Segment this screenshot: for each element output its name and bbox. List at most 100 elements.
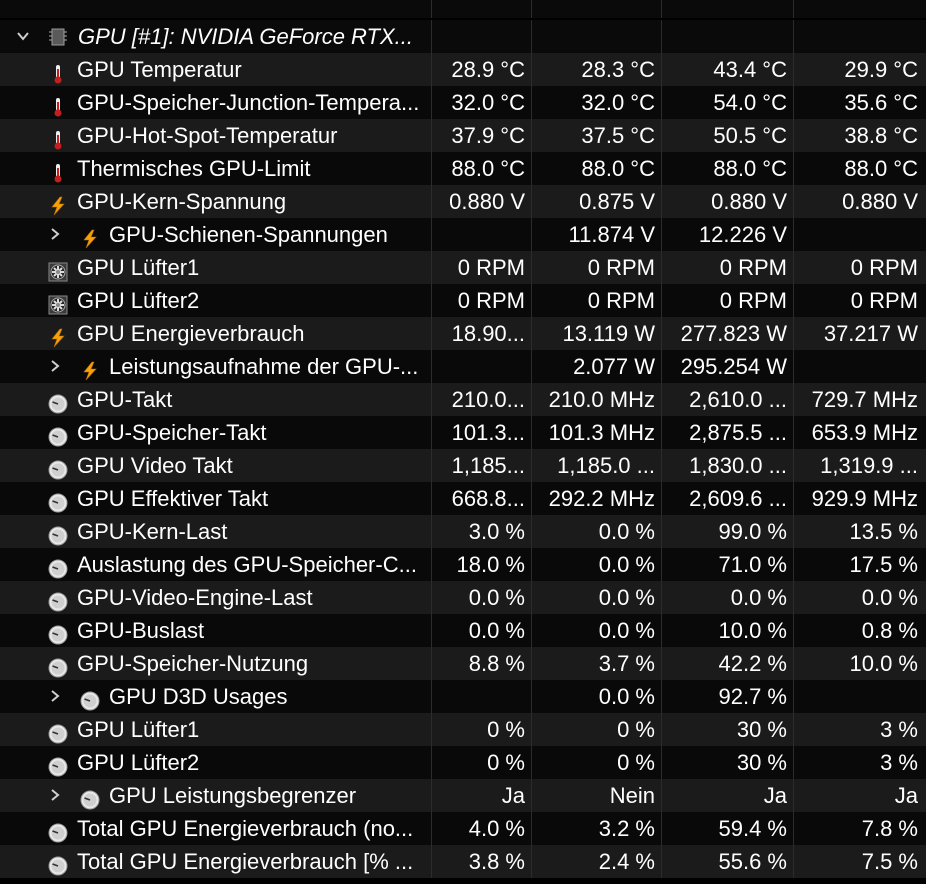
average-value: 1,319.9 ... xyxy=(794,449,926,482)
current-value: 0.0 % xyxy=(432,614,532,647)
min-value: 3.7 % xyxy=(532,647,662,680)
sensor-label: GPU-Buslast xyxy=(77,618,205,643)
table-row[interactable]: Total GPU Energieverbrauch [% ... 3.8 % 2.… xyxy=(0,845,926,878)
sensor-label: GPU-Kern-Spannung xyxy=(77,189,287,214)
thermometer-icon xyxy=(48,93,68,117)
sensor-label-cell: GPU Energieverbrauch xyxy=(0,317,432,350)
sensor-label: Thermisches GPU-Limit xyxy=(77,156,311,181)
max-value: 277.823 W xyxy=(662,317,794,350)
header-col-3 xyxy=(662,20,794,53)
min-value: 0 RPM xyxy=(532,284,662,317)
table-row[interactable]: GPU Effektiver Takt 668.8... 292.2 MHz 2,60… xyxy=(0,482,926,515)
chip-icon xyxy=(49,28,67,46)
current-value: 668.8... xyxy=(432,482,532,515)
max-value: 10.0 % xyxy=(662,614,794,647)
table-row[interactable]: GPU Lüfter2 0 % 0 % 30 % 3 % xyxy=(0,746,926,779)
chevron-down-icon[interactable] xyxy=(16,29,30,43)
sensor-label: Total GPU Energieverbrauch [% ... xyxy=(77,849,414,874)
min-value: 101.3 MHz xyxy=(532,416,662,449)
average-value: 929.9 MHz xyxy=(794,482,926,515)
table-row[interactable]: GPU Energieverbrauch 18.90... 13.119 W 277.… xyxy=(0,317,926,350)
table-row[interactable]: Thermisches GPU-Limit 88.0 °C 88.0 °C 88.0 … xyxy=(0,152,926,185)
current-value: 32.0 °C xyxy=(432,86,532,119)
header-col-1 xyxy=(432,20,532,53)
sensor-label: GPU Video Takt xyxy=(77,453,233,478)
max-value: 0 RPM xyxy=(662,251,794,284)
table-row[interactable]: GPU Leistungsbegrenzer Ja Nein Ja Ja xyxy=(0,779,926,812)
sensor-label-cell: GPU Lüfter2 xyxy=(0,746,432,779)
max-value: 0.0 % xyxy=(662,581,794,614)
table-row[interactable]: GPU Video Takt 1,185... 1,185.0 ... 1,830.0… xyxy=(0,449,926,482)
table-row[interactable]: GPU-Speicher-Nutzung 8.8 % 3.7 % 42.2 % 10.0… xyxy=(0,647,926,680)
lightning-icon xyxy=(80,225,100,249)
header-col-2 xyxy=(532,20,662,53)
table-row[interactable]: GPU D3D Usages 0.0 % 92.7 % xyxy=(0,680,926,713)
current-value xyxy=(432,680,532,713)
sensor-label: GPU-Speicher-Nutzung xyxy=(77,651,309,676)
table-row[interactable]: GPU Lüfter1 0 RPM 0 RPM 0 RPM 0 RPM xyxy=(0,251,926,284)
table-row[interactable]: GPU Lüfter1 0 % 0 % 30 % 3 % xyxy=(0,713,926,746)
sensor-label: Leistungsaufnahme der GPU-... xyxy=(109,354,419,379)
table-row[interactable]: GPU Lüfter2 0 RPM 0 RPM 0 RPM 0 RPM xyxy=(0,284,926,317)
current-value: 0.880 V xyxy=(432,185,532,218)
sensor-label-cell: Leistungsaufnahme der GPU-... xyxy=(0,350,432,383)
table-row[interactable]: GPU-Speicher-Junction-Tempera... 32.0 °C 3… xyxy=(0,86,926,119)
table-row[interactable]: Total GPU Energieverbrauch (no... 4.0 % 3.… xyxy=(0,812,926,845)
gpu-group-label-cell[interactable]: GPU [#1]: NVIDIA GeForce RTX... xyxy=(0,20,432,53)
max-value: 59.4 % xyxy=(662,812,794,845)
sensor-label-cell: GPU-Kern-Spannung xyxy=(0,185,432,218)
table-row[interactable]: Leistungsaufnahme der GPU-... 2.077 W 295.… xyxy=(0,350,926,383)
clock-icon xyxy=(48,852,68,876)
sensor-label-cell: GPU Lüfter1 xyxy=(0,251,432,284)
table-row[interactable]: GPU Temperatur 28.9 °C 28.3 °C 43.4 °C 29.9 … xyxy=(0,53,926,86)
clock-icon xyxy=(48,819,68,843)
max-value: 92.7 % xyxy=(662,680,794,713)
sensor-label-cell: Total GPU Energieverbrauch (no... xyxy=(0,812,432,845)
table-row[interactable]: GPU-Kern-Spannung 0.880 V 0.875 V 0.880 V 0.… xyxy=(0,185,926,218)
table-row[interactable]: GPU-Schienen-Spannungen 11.874 V 12.226 V xyxy=(0,218,926,251)
table-row[interactable]: Auslastung des GPU-Speicher-C... 18.0 % 0.… xyxy=(0,548,926,581)
sensor-label: Total GPU Energieverbrauch (no... xyxy=(77,816,414,841)
sensor-label-cell: GPU D3D Usages xyxy=(0,680,432,713)
chevron-right-icon[interactable] xyxy=(48,788,62,802)
sensor-label: GPU Lüfter2 xyxy=(77,750,200,775)
average-value xyxy=(794,218,926,251)
clock-icon xyxy=(80,786,100,810)
chevron-right-icon[interactable] xyxy=(48,359,62,373)
min-value: 0.0 % xyxy=(532,548,662,581)
max-value: 99.0 % xyxy=(662,515,794,548)
current-value: 101.3... xyxy=(432,416,532,449)
min-value: 28.3 °C xyxy=(532,53,662,86)
current-value: 3.8 % xyxy=(432,845,532,878)
current-value xyxy=(432,218,532,251)
sensor-label-cell: GPU-Schienen-Spannungen xyxy=(0,218,432,251)
fan-icon xyxy=(48,291,68,315)
min-value: 88.0 °C xyxy=(532,152,662,185)
chevron-right-icon[interactable] xyxy=(48,227,62,241)
sensor-label-cell: GPU-Speicher-Junction-Tempera... xyxy=(0,86,432,119)
clock-icon xyxy=(48,390,68,414)
table-row[interactable]: GPU-Kern-Last 3.0 % 0.0 % 99.0 % 13.5 % xyxy=(0,515,926,548)
average-value xyxy=(794,680,926,713)
table-row[interactable]: GPU-Takt 210.0... 210.0 MHz 2,610.0 ... 729.… xyxy=(0,383,926,416)
min-value: 0.0 % xyxy=(532,614,662,647)
min-value: 32.0 °C xyxy=(532,86,662,119)
average-value: 17.5 % xyxy=(794,548,926,581)
average-value: 729.7 MHz xyxy=(794,383,926,416)
average-value: 3 % xyxy=(794,713,926,746)
current-value: 0 RPM xyxy=(432,284,532,317)
gpu-group-header[interactable]: GPU [#1]: NVIDIA GeForce RTX... xyxy=(0,20,926,53)
max-value: 50.5 °C xyxy=(662,119,794,152)
table-row[interactable]: GPU-Hot-Spot-Temperatur 37.9 °C 37.5 °C 50.… xyxy=(0,119,926,152)
table-row[interactable]: GPU-Video-Engine-Last 0.0 % 0.0 % 0.0 % 0.0 … xyxy=(0,581,926,614)
clock-icon xyxy=(48,489,68,513)
max-value: 2,609.6 ... xyxy=(662,482,794,515)
clock-icon xyxy=(48,720,68,744)
sensor-label-cell: Auslastung des GPU-Speicher-C... xyxy=(0,548,432,581)
table-row[interactable]: GPU-Buslast 0.0 % 0.0 % 10.0 % 0.8 % xyxy=(0,614,926,647)
max-value: 88.0 °C xyxy=(662,152,794,185)
table-row[interactable]: GPU-Speicher-Takt 101.3... 101.3 MHz 2,875.… xyxy=(0,416,926,449)
current-value: 210.0... xyxy=(432,383,532,416)
max-value: 55.6 % xyxy=(662,845,794,878)
chevron-right-icon[interactable] xyxy=(48,689,62,703)
